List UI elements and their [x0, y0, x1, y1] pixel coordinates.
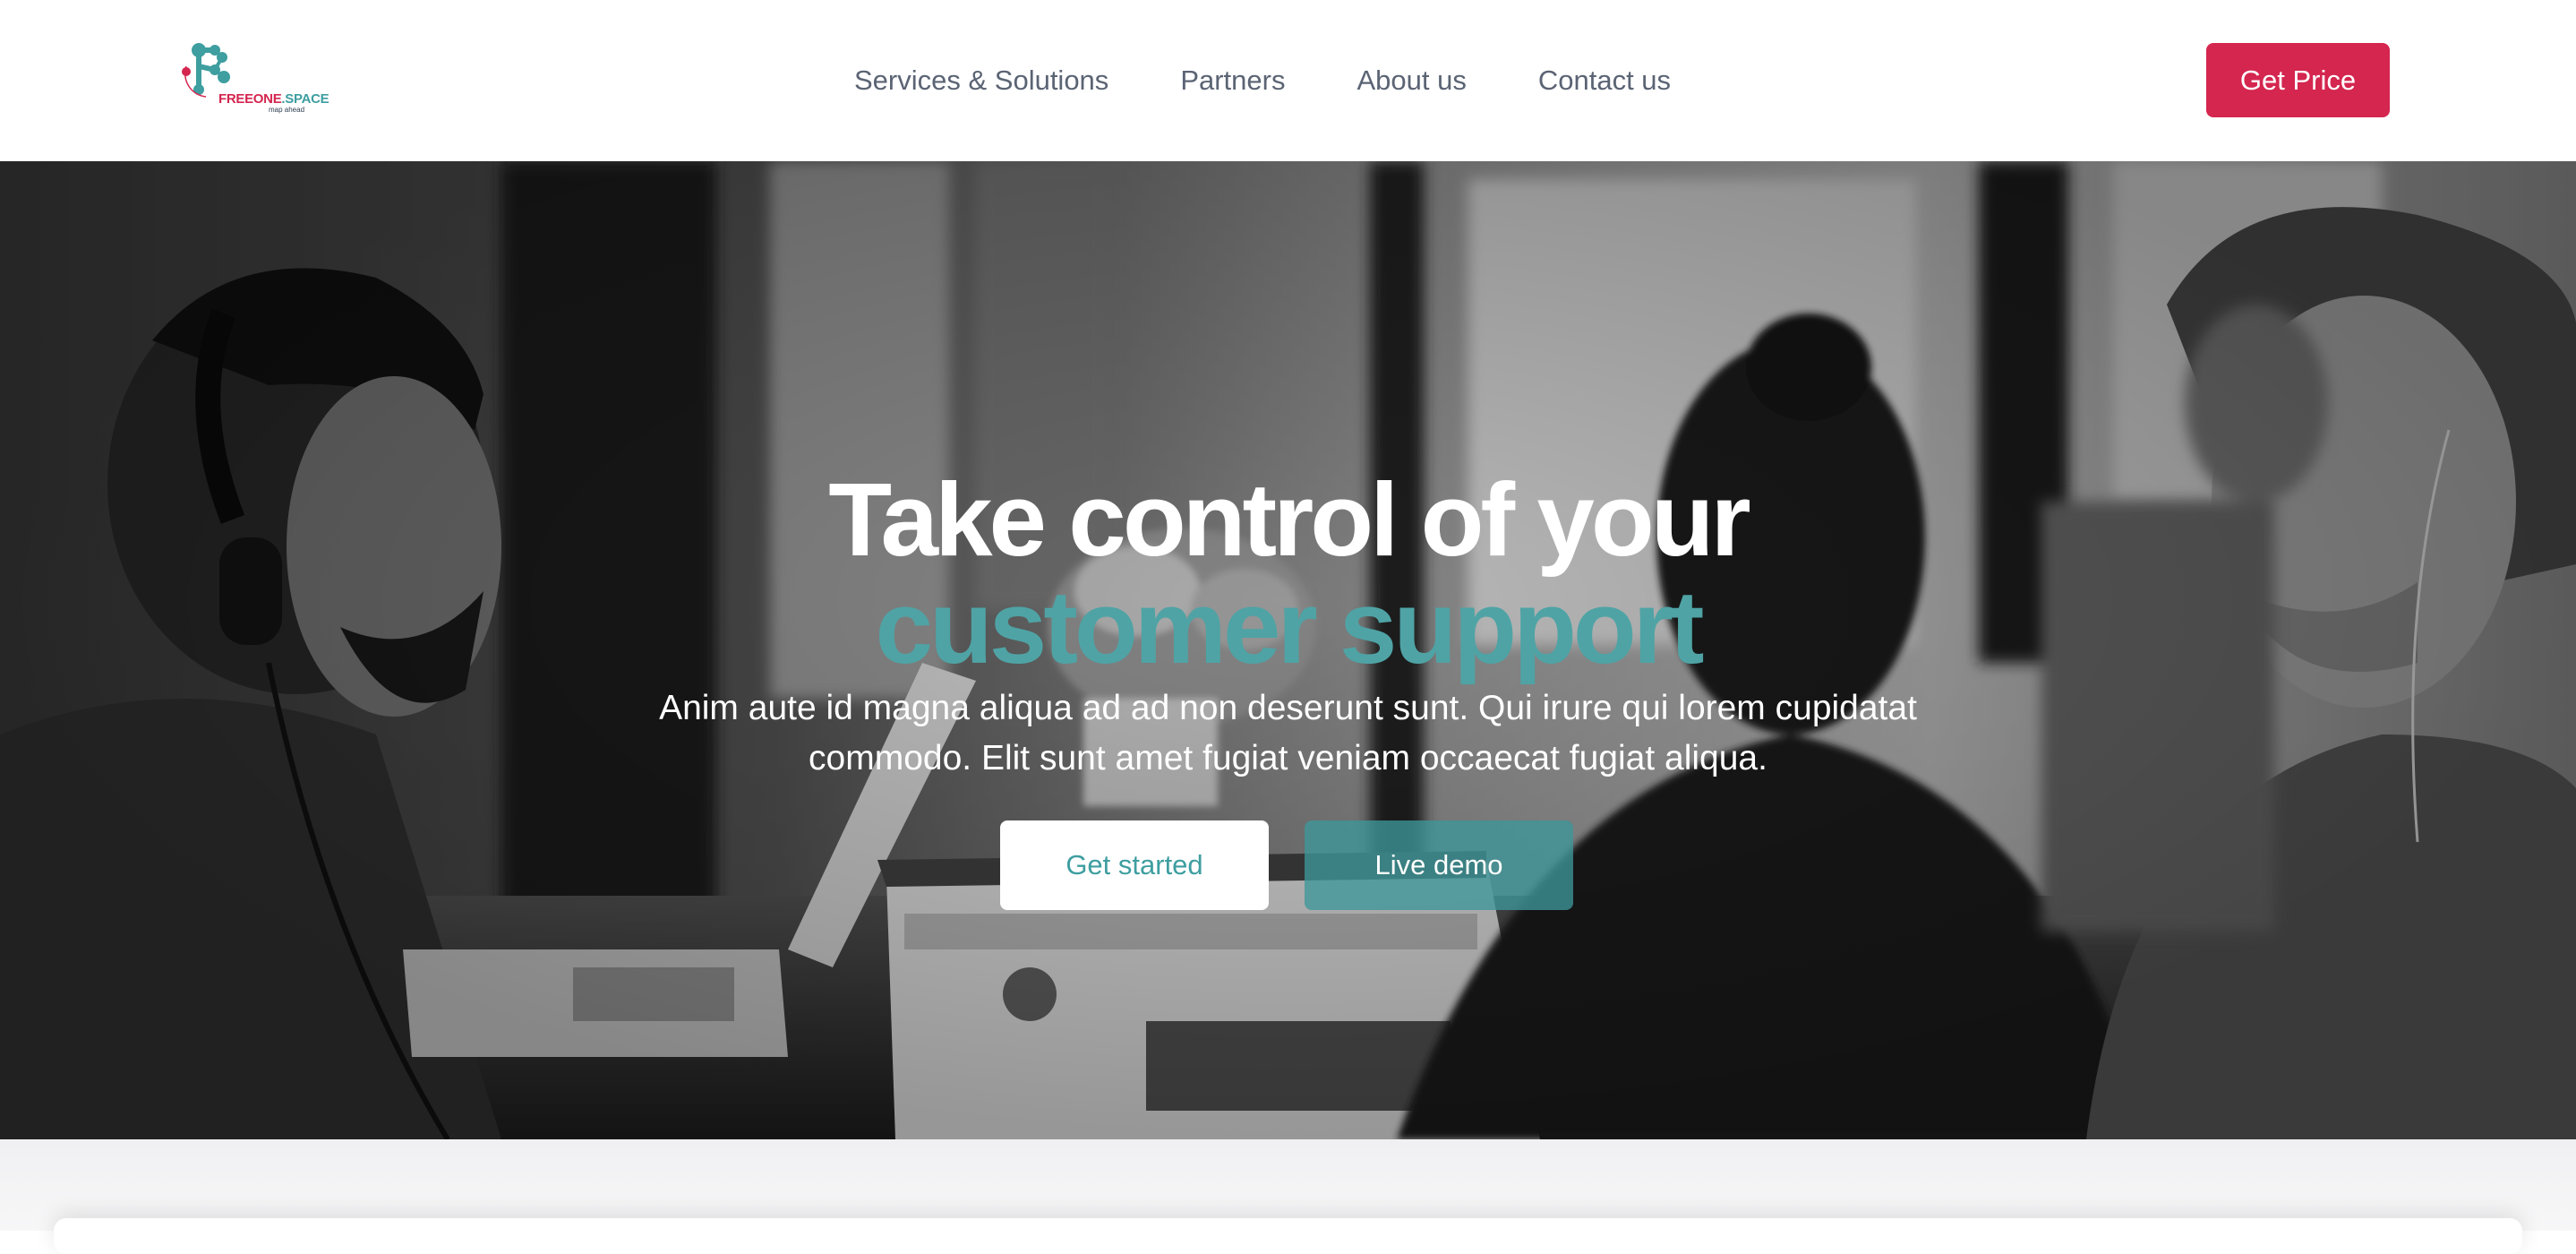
- hero-title: Take control of your customer support: [0, 466, 2576, 681]
- content-card: [54, 1218, 2522, 1254]
- main-nav: Services & Solutions Partners About us C…: [854, 0, 1671, 161]
- next-section: [0, 1139, 2576, 1254]
- get-started-button[interactable]: Get started: [1000, 820, 1269, 910]
- live-demo-button[interactable]: Live demo: [1305, 820, 1573, 910]
- logo-wordmark: FREEONE.SPACE: [218, 91, 329, 107]
- hero-title-accent: customer support: [875, 568, 1704, 685]
- brand-logo[interactable]: FREEONE.SPACE map ahead: [179, 39, 329, 120]
- nav-services-solutions[interactable]: Services & Solutions: [854, 64, 1108, 97]
- nav-contact-us[interactable]: Contact us: [1538, 64, 1671, 97]
- hero-section: Take control of your customer support An…: [0, 161, 2576, 1139]
- hero-title-line1: Take control of your: [828, 460, 1750, 578]
- logo-tagline: map ahead: [269, 106, 305, 114]
- hero-subtitle: Anim aute id magna aliqua ad ad non dese…: [659, 689, 1917, 777]
- site-header: FREEONE.SPACE map ahead Services & Solut…: [0, 0, 2576, 161]
- get-price-button[interactable]: Get Price: [2206, 43, 2390, 117]
- nav-about-us[interactable]: About us: [1356, 64, 1466, 97]
- nav-partners[interactable]: Partners: [1180, 64, 1285, 97]
